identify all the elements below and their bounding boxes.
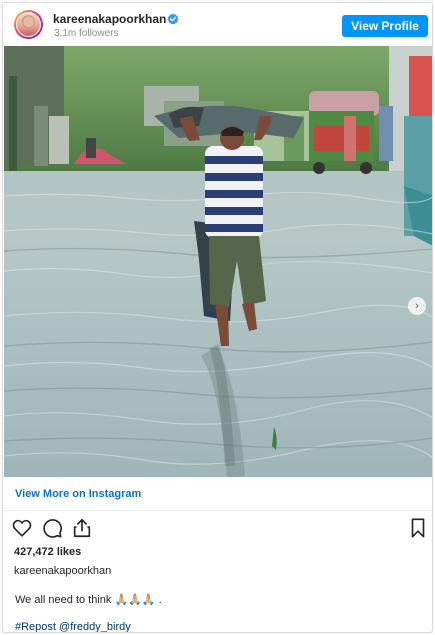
share-icon[interactable] <box>71 517 93 539</box>
repost-hashtag-link[interactable]: #Repost @freddy_birdy <box>15 621 131 632</box>
post-photo[interactable]: › <box>4 46 432 477</box>
view-profile-button[interactable]: View Profile <box>342 15 428 37</box>
caption-username[interactable]: kareenakapoorkhan <box>14 565 111 577</box>
bookmark-icon[interactable] <box>407 517 429 539</box>
view-more-on-instagram-link[interactable]: View More on Instagram <box>15 488 141 500</box>
avatar-image <box>17 13 40 36</box>
divider <box>3 510 432 511</box>
action-bar <box>11 517 427 541</box>
username[interactable]: kareenakapoorkhan <box>53 12 166 26</box>
next-photo-chevron-right-icon[interactable]: › <box>408 297 426 315</box>
post-header: kareenakapoorkhan 3.1m followers View Pr… <box>3 3 432 46</box>
verified-badge-icon <box>167 13 179 25</box>
comment-icon[interactable] <box>41 517 63 539</box>
caption-text: We all need to think 🙏🏼🙏🏼🙏🏼 . <box>15 594 162 606</box>
instagram-embed-card: kareenakapoorkhan 3.1m followers View Pr… <box>2 2 433 633</box>
like-count[interactable]: 427,472 likes <box>14 546 81 558</box>
heart-icon[interactable] <box>11 517 33 539</box>
avatar[interactable] <box>14 10 43 39</box>
follower-count: 3.1m followers <box>54 28 119 39</box>
